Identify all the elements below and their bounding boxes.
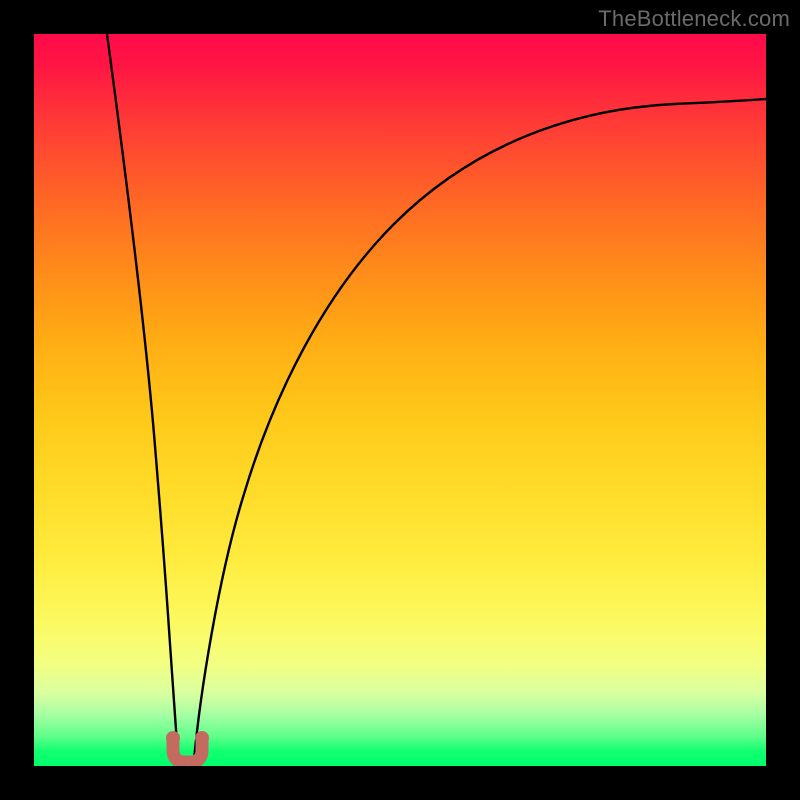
- plot-area: [34, 34, 766, 766]
- valley-marker-dot-left: [166, 731, 180, 745]
- curve-left-branch: [107, 34, 179, 760]
- chart-frame: TheBottleneck.com: [0, 0, 800, 800]
- curve-right-branch: [194, 99, 766, 760]
- valley-marker-dot-right: [195, 731, 209, 745]
- curve-layer: [34, 34, 766, 766]
- watermark-text: TheBottleneck.com: [598, 6, 790, 32]
